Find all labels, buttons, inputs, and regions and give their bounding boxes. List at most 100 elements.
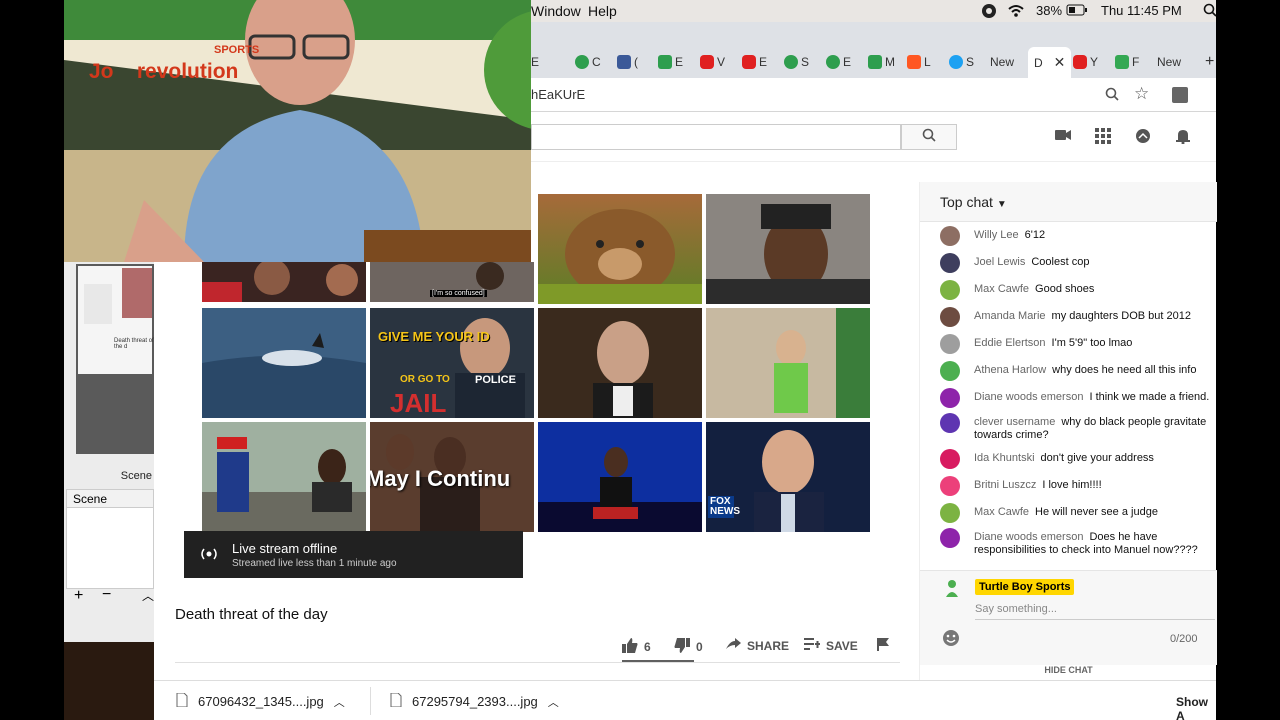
zoom-icon[interactable] bbox=[1105, 87, 1119, 106]
tab[interactable]: M bbox=[868, 52, 895, 72]
emoji-icon[interactable] bbox=[942, 629, 960, 647]
tab-label: S bbox=[966, 55, 975, 69]
tab-active[interactable]: D ✕ bbox=[1028, 47, 1072, 78]
download-item[interactable]: 67096432_1345....jpg ︿ bbox=[176, 692, 345, 710]
tab[interactable]: F bbox=[1115, 52, 1139, 72]
chat-message-body: Max Cawfe Good shoes bbox=[974, 283, 1214, 296]
share-button[interactable]: SHARE bbox=[726, 638, 789, 653]
tab[interactable]: V bbox=[700, 52, 725, 72]
tab-label: ( bbox=[634, 55, 638, 69]
tab[interactable]: S bbox=[949, 52, 974, 72]
banner-subtext: SPORTS bbox=[214, 44, 260, 56]
apps-grid-icon[interactable] bbox=[1094, 128, 1112, 146]
chat-author[interactable]: Max Cawfe bbox=[974, 283, 1029, 295]
tab[interactable]: Y bbox=[1073, 52, 1098, 72]
dislike-button[interactable]: 0 bbox=[674, 638, 703, 656]
chat-input-area: Turtle Boy Sports Say something... 0/200 bbox=[920, 570, 1217, 665]
move-up-icon[interactable]: ︿ bbox=[142, 587, 154, 604]
chat-author[interactable]: Athena Harlow bbox=[974, 364, 1046, 376]
chat-author[interactable]: Max Cawfe bbox=[974, 506, 1029, 518]
show-all-downloads-button[interactable]: Show A bbox=[1176, 695, 1216, 720]
chat-author[interactable]: Diane woods emerson bbox=[974, 391, 1083, 403]
tab[interactable]: L bbox=[907, 52, 931, 72]
chat-author[interactable]: Diane woods emerson bbox=[974, 531, 1083, 543]
chat-avatar[interactable] bbox=[940, 280, 960, 300]
chat-author[interactable]: Amanda Marie bbox=[974, 310, 1046, 322]
tab[interactable]: E bbox=[531, 52, 539, 72]
chat-avatar[interactable] bbox=[940, 334, 960, 354]
chat-message-input[interactable]: Say something... bbox=[975, 603, 1057, 615]
chat-avatar[interactable] bbox=[940, 226, 960, 246]
spotlight-search-icon[interactable] bbox=[1203, 3, 1219, 19]
close-tab-icon[interactable]: ✕ bbox=[1054, 54, 1066, 71]
tab[interactable]: New bbox=[1157, 52, 1181, 72]
thumbs-down-icon bbox=[674, 638, 690, 656]
chat-avatar[interactable] bbox=[940, 361, 960, 381]
url-field[interactable]: hEaKUrE bbox=[531, 87, 585, 102]
browser-tab-strip: E C ( E V E S E M L S New D ✕ Y F New + bbox=[531, 22, 1216, 78]
report-button[interactable] bbox=[877, 638, 889, 654]
chat-author[interactable]: Willy Lee bbox=[974, 229, 1019, 241]
save-button[interactable]: SAVE bbox=[804, 638, 858, 653]
tab-label: D bbox=[1034, 55, 1043, 70]
chat-text: my daughters DOB but 2012 bbox=[1051, 310, 1191, 322]
thumbnail-bear bbox=[538, 194, 702, 304]
tab[interactable]: S bbox=[784, 52, 809, 72]
chat-avatar[interactable] bbox=[940, 449, 960, 469]
chat-text: I'm 5'9" too lmao bbox=[1051, 337, 1133, 349]
tab[interactable]: New bbox=[990, 52, 1014, 72]
notifications-bell-icon[interactable] bbox=[1174, 128, 1192, 146]
chat-author[interactable]: clever username bbox=[974, 416, 1055, 428]
menu-help[interactable]: Help bbox=[588, 3, 617, 19]
chat-avatar[interactable] bbox=[940, 253, 960, 273]
add-scene-button[interactable]: + bbox=[74, 587, 83, 605]
tab[interactable]: C bbox=[575, 52, 601, 72]
thumbs-up-icon bbox=[622, 638, 638, 656]
chevron-up-icon[interactable]: ︿ bbox=[548, 694, 559, 710]
search-input[interactable] bbox=[531, 124, 901, 150]
app-tray-icon[interactable] bbox=[981, 3, 997, 19]
live-stream-offline-banner: Live stream offline Streamed live less t… bbox=[184, 531, 523, 578]
tab[interactable]: E bbox=[658, 52, 683, 72]
tab[interactable]: E bbox=[826, 52, 851, 72]
obs-scene-controls: + − ︿ bbox=[66, 586, 154, 609]
download-item[interactable]: 67295794_2393....jpg ︿ bbox=[390, 692, 559, 710]
battery-icon[interactable] bbox=[1066, 3, 1087, 19]
chat-avatar[interactable] bbox=[940, 528, 960, 548]
chat-message-body: Eddie Elertson I'm 5'9" too lmao bbox=[974, 337, 1214, 350]
menu-window[interactable]: Window bbox=[531, 3, 581, 19]
chat-author[interactable]: Ida Khuntski bbox=[974, 452, 1035, 464]
chat-author[interactable]: Britni Luszcz bbox=[974, 479, 1036, 491]
obs-thumb-caption: Death threat of the d bbox=[114, 338, 154, 350]
hide-chat-button[interactable]: HIDE CHAT bbox=[920, 665, 1217, 680]
chat-author[interactable]: Joel Lewis bbox=[974, 256, 1025, 268]
tab[interactable]: E bbox=[742, 52, 767, 72]
new-tab-button[interactable]: + bbox=[1205, 52, 1214, 72]
obs-preview: Death threat of the d bbox=[76, 264, 154, 454]
bookmark-star-icon[interactable]: ☆ bbox=[1134, 84, 1149, 104]
chat-author[interactable]: Eddie Elertson bbox=[974, 337, 1046, 349]
thumbnail-car-selfie bbox=[706, 194, 870, 304]
chat-avatar[interactable] bbox=[940, 413, 960, 433]
messages-icon[interactable] bbox=[1134, 128, 1152, 146]
obs-scenes-tab[interactable]: Scene bbox=[64, 465, 154, 487]
wifi-icon[interactable] bbox=[1007, 3, 1024, 19]
divider bbox=[370, 687, 371, 715]
menubar-clock[interactable]: Thu 11:45 PM bbox=[1101, 3, 1182, 18]
obs-scene-list[interactable]: Scene bbox=[66, 489, 154, 589]
like-button[interactable]: 6 bbox=[622, 638, 651, 656]
top-chat-dropdown[interactable]: Top chat ▼ bbox=[940, 194, 1007, 210]
share-arrow-icon bbox=[726, 638, 741, 653]
facebook-extension-icon[interactable] bbox=[1172, 87, 1188, 103]
chat-avatar[interactable] bbox=[940, 503, 960, 523]
chevron-up-icon[interactable]: ︿ bbox=[334, 694, 345, 710]
input-underline bbox=[975, 619, 1215, 620]
tab[interactable]: ( bbox=[617, 52, 638, 72]
chat-avatar[interactable] bbox=[940, 388, 960, 408]
tab-label: Y bbox=[1090, 55, 1099, 69]
search-button[interactable] bbox=[901, 124, 957, 150]
chat-avatar[interactable] bbox=[940, 307, 960, 327]
remove-scene-button[interactable]: − bbox=[102, 586, 111, 604]
chat-avatar[interactable] bbox=[940, 476, 960, 496]
create-video-icon[interactable] bbox=[1054, 128, 1072, 146]
